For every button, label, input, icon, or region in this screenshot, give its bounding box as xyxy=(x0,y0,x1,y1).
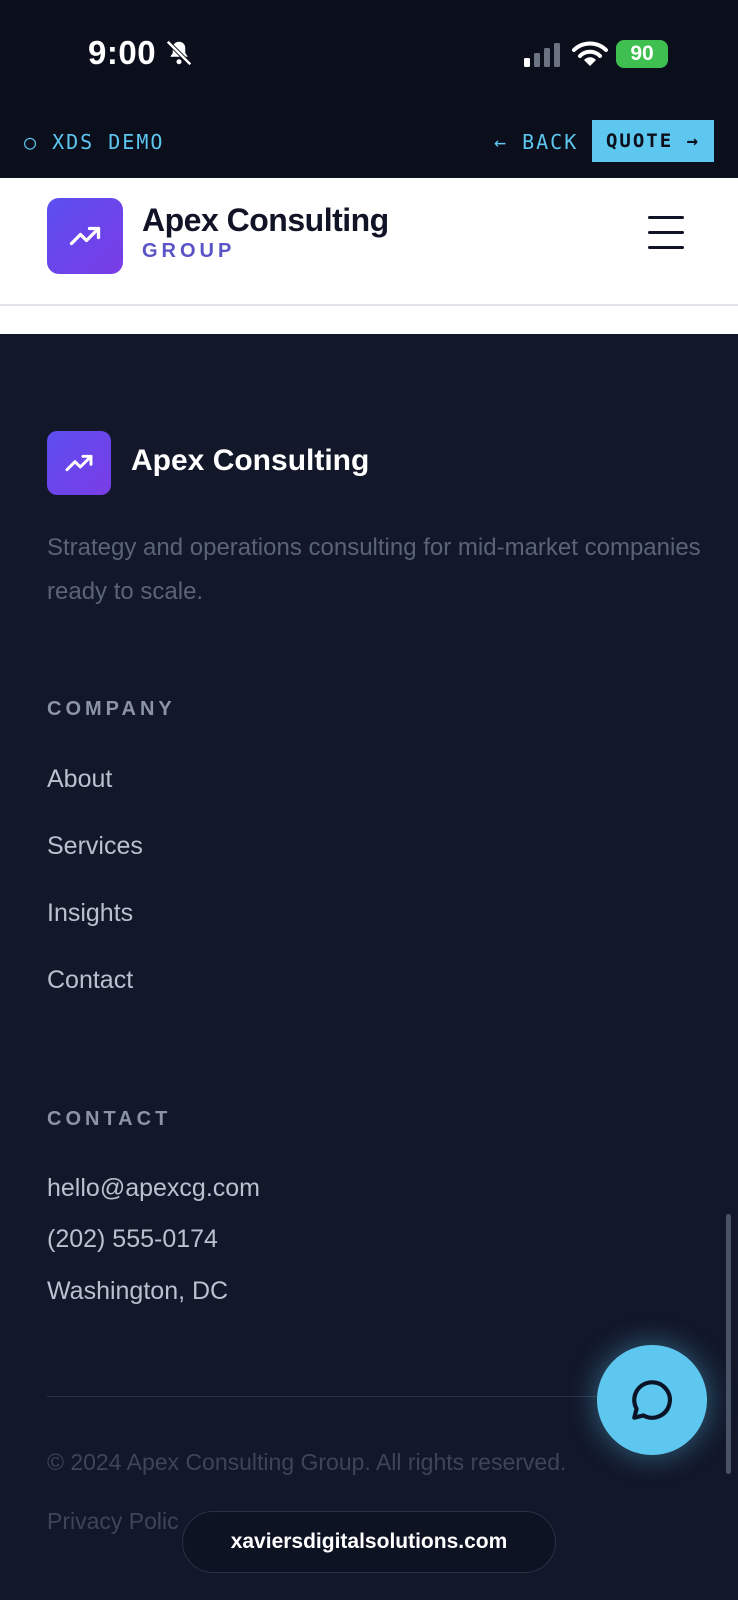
copyright-text: © 2024 Apex Consulting Group. All rights… xyxy=(47,1449,567,1475)
footer-link-insights[interactable]: Insights xyxy=(47,899,133,928)
site-header: Apex Consulting GROUP xyxy=(0,178,738,306)
trending-up-icon xyxy=(69,226,101,246)
quote-button[interactable]: QUOTE → xyxy=(592,120,714,162)
status-bar: 9:00 90 xyxy=(0,0,738,106)
footer-link-services[interactable]: Services xyxy=(47,832,143,861)
footer-link-about[interactable]: About xyxy=(47,765,112,794)
trending-up-icon xyxy=(65,454,93,472)
battery-indicator: 90 xyxy=(616,40,668,68)
header-divider-strip xyxy=(0,306,738,334)
contact-phone[interactable]: (202) 555-0174 xyxy=(47,1225,218,1254)
footer-logo[interactable] xyxy=(47,431,111,495)
contact-email[interactable]: hello@apexcg.com xyxy=(47,1174,260,1203)
contact-section-title: CONTACT xyxy=(47,1108,172,1130)
privacy-policy-link[interactable]: Privacy Polic xyxy=(47,1508,179,1535)
footer-link-contact[interactable]: Contact xyxy=(47,966,133,995)
logo[interactable] xyxy=(47,198,123,274)
footer-tagline: Strategy and operations consulting for m… xyxy=(47,534,701,605)
contact-location: Washington, DC xyxy=(47,1277,229,1305)
demo-label: ○ XDS DEMO xyxy=(24,130,165,154)
demo-bar: ○ XDS DEMO ← BACK QUOTE → xyxy=(0,106,738,178)
status-time: 9:00 xyxy=(88,34,157,71)
brand-subtitle: GROUP xyxy=(142,240,236,262)
footer-brand-name: Apex Consulting xyxy=(131,444,370,477)
footer-divider xyxy=(47,1396,647,1397)
bell-slash-icon xyxy=(166,40,192,66)
menu-icon[interactable] xyxy=(648,216,686,250)
signal-icon xyxy=(524,43,560,67)
domain-pill[interactable]: xaviersdigitalsolutions.com xyxy=(182,1511,556,1573)
chat-button[interactable] xyxy=(597,1345,707,1455)
brand-name[interactable]: Apex Consulting xyxy=(142,202,389,239)
company-section-title: COMPANY xyxy=(47,698,176,720)
chat-icon xyxy=(632,1380,672,1420)
back-link[interactable]: ← BACK xyxy=(494,130,578,154)
scrollbar[interactable] xyxy=(726,1214,731,1474)
wifi-icon xyxy=(572,41,608,66)
battery-level: 90 xyxy=(630,42,654,65)
